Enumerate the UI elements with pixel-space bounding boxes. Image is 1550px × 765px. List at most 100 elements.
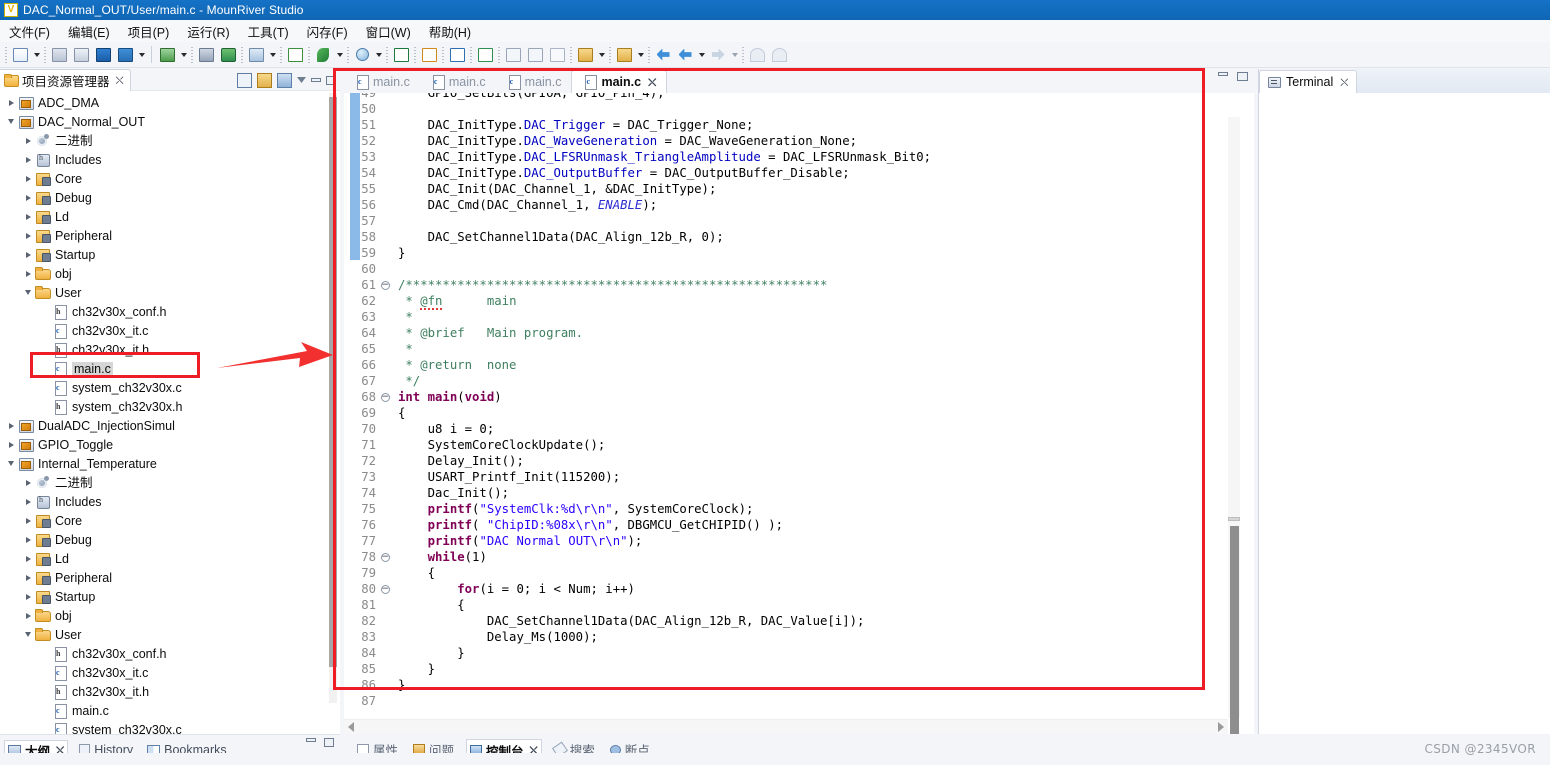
tree-item-main.c[interactable]: main.c — [0, 701, 340, 720]
tree-item-ch32v30x_conf.h[interactable]: ch32v30x_conf.h — [0, 644, 340, 663]
menu-help[interactable]: 帮助(H) — [420, 20, 480, 43]
excel-export-icon[interactable] — [391, 45, 411, 65]
tree-item-ADC_DMA[interactable]: ADC_DMA — [0, 93, 340, 112]
code-line[interactable]: 51 DAC_InitType.DAC_Trigger = DAC_Trigge… — [344, 117, 1254, 133]
chevron-right-icon[interactable] — [21, 213, 35, 220]
tab-terminal[interactable]: Terminal ⛌ — [1259, 70, 1358, 93]
menu-file[interactable]: 文件(F) — [0, 20, 59, 43]
outline-dropdown-icon[interactable] — [596, 45, 607, 65]
code-line[interactable]: 74 Dac_Init(); — [344, 485, 1254, 501]
fold-toggle-icon[interactable]: − — [378, 389, 392, 405]
chevron-right-icon[interactable] — [21, 479, 35, 486]
build-config-dropdown-icon[interactable] — [136, 45, 147, 65]
menu-flash[interactable]: 闪存(F) — [298, 20, 357, 43]
view-menu-icon[interactable] — [297, 77, 306, 83]
filter-dropdown-icon[interactable] — [635, 45, 646, 65]
editor-tab-2[interactable]: main.c — [496, 71, 572, 93]
tree-item-system_ch32v30x.c[interactable]: system_ch32v30x.c — [0, 378, 340, 397]
code-line[interactable]: 81 { — [344, 597, 1254, 613]
prev-nav-dropdown-icon[interactable] — [696, 45, 707, 65]
new-file-icon[interactable] — [10, 45, 30, 65]
new-file-dropdown-icon[interactable] — [31, 45, 42, 65]
code-line[interactable]: 69 { — [344, 405, 1254, 421]
code-line[interactable]: 53 DAC_InitType.DAC_LFSRUnmask_TriangleA… — [344, 149, 1254, 165]
tab-project-explorer[interactable]: 项目资源管理器 ⛌ — [0, 68, 131, 91]
fold-toggle-icon[interactable]: − — [378, 549, 392, 565]
next-nav-icon[interactable] — [708, 45, 728, 65]
code-line[interactable]: 77 printf("DAC Normal OUT\r\n"); — [344, 533, 1254, 549]
link-editor-icon[interactable] — [257, 72, 272, 88]
code-line[interactable]: 64 * @brief Main program. — [344, 325, 1254, 341]
indent-left-icon[interactable] — [503, 45, 523, 65]
code-line[interactable]: 79 { — [344, 565, 1254, 581]
chevron-right-icon[interactable] — [21, 536, 35, 543]
collapse-all-icon[interactable] — [237, 72, 252, 88]
tree-item-ch32v30x_conf.h[interactable]: ch32v30x_conf.h — [0, 302, 340, 321]
leaf-icon[interactable] — [313, 45, 333, 65]
tree-item-Ld[interactable]: Ld — [0, 549, 340, 568]
menu-project[interactable]: 项目(P) — [119, 20, 179, 43]
code-line[interactable]: 86} — [344, 677, 1254, 693]
chevron-down-icon[interactable] — [4, 461, 18, 466]
code-line[interactable]: 66 * @return none — [344, 357, 1254, 373]
tree-item-Includes[interactable]: Includes — [0, 492, 340, 511]
debug-icon[interactable] — [196, 45, 216, 65]
next-nav-dropdown-icon[interactable] — [729, 45, 740, 65]
code-line[interactable]: 55 DAC_Init(DAC_Channel_1, &DAC_InitType… — [344, 181, 1254, 197]
tree-item-system_ch32v30x.h[interactable]: system_ch32v30x.h — [0, 397, 340, 416]
chevron-right-icon[interactable] — [21, 137, 35, 144]
search-icon[interactable] — [352, 45, 372, 65]
code-line[interactable]: 72 Delay_Init(); — [344, 453, 1254, 469]
leaf-dropdown-icon[interactable] — [334, 45, 345, 65]
chevron-right-icon[interactable] — [21, 251, 35, 258]
minimize-icon[interactable] — [1218, 72, 1228, 76]
maximize-icon[interactable] — [1237, 72, 1248, 81]
code-line[interactable]: 67 */ — [344, 373, 1254, 389]
editor-tab-3-active[interactable]: main.c ⛌ — [571, 70, 668, 93]
code-line[interactable]: 84 } — [344, 645, 1254, 661]
code-line[interactable]: 71 SystemCoreClockUpdate(); — [344, 437, 1254, 453]
tree-item-Internal_Temperature[interactable]: Internal_Temperature — [0, 454, 340, 473]
code-line[interactable]: 73 USART_Printf_Init(115200); — [344, 469, 1254, 485]
menu-run[interactable]: 运行(R) — [178, 20, 238, 43]
code-line[interactable]: 85 } — [344, 661, 1254, 677]
chevron-right-icon[interactable] — [21, 517, 35, 524]
chevron-down-icon[interactable] — [21, 290, 35, 295]
code-line[interactable]: 61−/************************************… — [344, 277, 1254, 293]
tree-item-Startup[interactable]: Startup — [0, 245, 340, 264]
undo-icon[interactable] — [747, 45, 767, 65]
minimize-icon[interactable] — [306, 738, 316, 742]
lock-icon[interactable] — [419, 45, 439, 65]
project-tree[interactable]: ADC_DMA DAC_Normal_OUT 二进制 Includes Core Debu… — [0, 91, 340, 734]
download-dropdown-icon[interactable] — [178, 45, 189, 65]
chevron-right-icon[interactable] — [21, 194, 35, 201]
code-line[interactable]: 68− int main(void) — [344, 389, 1254, 405]
maximize-icon[interactable] — [326, 75, 336, 85]
tree-item-Debug[interactable]: Debug — [0, 530, 340, 549]
redo-icon[interactable] — [769, 45, 789, 65]
chevron-right-icon[interactable] — [21, 612, 35, 619]
chevron-down-icon[interactable] — [4, 119, 18, 124]
open-folder-icon[interactable] — [246, 45, 266, 65]
tree-item-Startup[interactable]: Startup — [0, 587, 340, 606]
code-line[interactable]: 76 printf( "ChipID:%08x\r\n", DBGMCU_Get… — [344, 517, 1254, 533]
code-line[interactable]: 63 * — [344, 309, 1254, 325]
save-icon[interactable] — [49, 45, 69, 65]
chevron-right-icon[interactable] — [21, 175, 35, 182]
tree-item-Peripheral[interactable]: Peripheral — [0, 568, 340, 587]
terminal-output[interactable] — [1259, 93, 1550, 734]
code-line[interactable]: 49 GPIO_SetBits(GPIOA, GPIO_Pin_4); — [344, 93, 1254, 101]
tree-item-GPIO_Toggle[interactable]: GPIO_Toggle — [0, 435, 340, 454]
code-line[interactable]: 65 * — [344, 341, 1254, 357]
tree-item-DAC_Normal_OUT[interactable]: DAC_Normal_OUT — [0, 112, 340, 131]
back-nav-icon[interactable] — [653, 45, 673, 65]
code-line[interactable]: 58 DAC_SetChannel1Data(DAC_Align_12b_R, … — [344, 229, 1254, 245]
close-icon[interactable]: ⛌ — [648, 77, 656, 88]
editor-vertical-scrollbar-thumb[interactable] — [1230, 526, 1239, 734]
close-icon[interactable]: ⛌ — [1340, 77, 1348, 88]
scroll-right-icon[interactable] — [1218, 722, 1224, 732]
tree-item-Peripheral[interactable]: Peripheral — [0, 226, 340, 245]
tree-item-obj[interactable]: obj — [0, 264, 340, 283]
chevron-right-icon[interactable] — [21, 574, 35, 581]
chevron-down-icon[interactable] — [21, 632, 35, 637]
